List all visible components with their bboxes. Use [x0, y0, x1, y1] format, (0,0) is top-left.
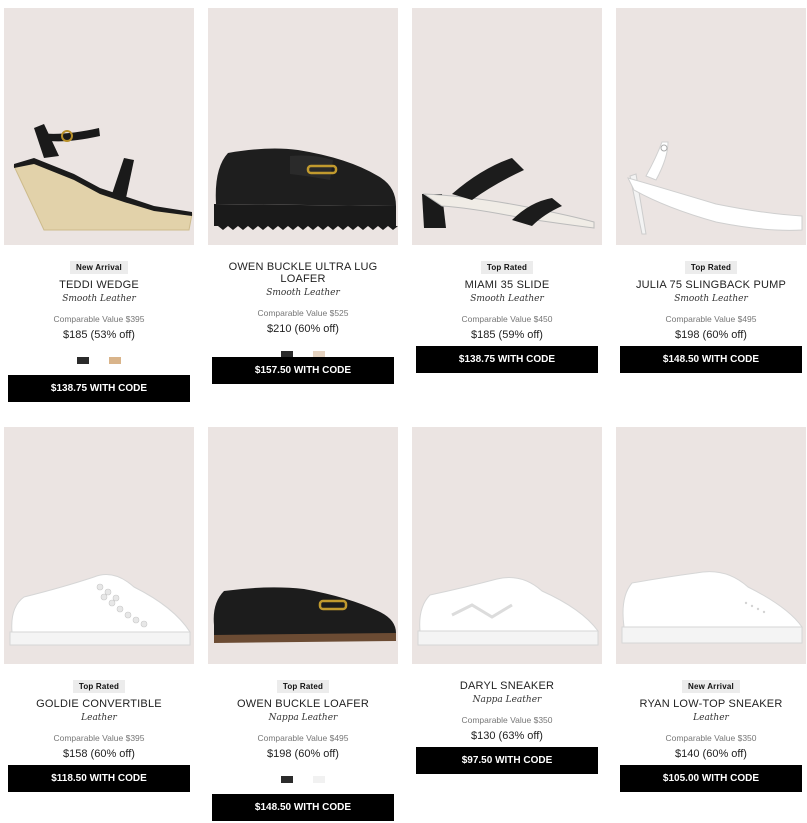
product-card[interactable]: OWEN BUCKLE ULTRA LUG LOAFER Smooth Leat…	[208, 8, 398, 384]
wedge-sandal-image	[13, 124, 193, 231]
product-card[interactable]: New Arrival TEDDI WEDGE Smooth Leather C…	[4, 8, 194, 402]
product-material: Nappa Leather	[472, 695, 542, 705]
product-name[interactable]: GOLDIE CONVERTIBLE	[4, 698, 194, 710]
product-material: Nappa Leather	[268, 713, 338, 723]
product-material: Smooth Leather	[674, 294, 748, 304]
comparable-value: Comparable Value $350	[461, 715, 553, 725]
product-price: $185 (59% off)	[471, 329, 543, 341]
pearl-sneaker-image	[9, 574, 191, 646]
buckle-loafer-image	[213, 587, 396, 643]
product-card[interactable]: Top Rated GOLDIE CONVERTIBLE Leather Com…	[4, 427, 194, 792]
product-name[interactable]: DARYL SNEAKER	[412, 680, 602, 692]
promo-code-button[interactable]: $148.50 WITH CODE	[212, 794, 394, 821]
lug-loafer-image	[214, 148, 398, 230]
product-card[interactable]: Top Rated OWEN BUCKLE LOAFER Nappa Leath…	[208, 427, 398, 821]
product-price: $158 (60% off)	[63, 748, 135, 760]
product-price: $198 (60% off)	[267, 748, 339, 760]
product-price: $140 (60% off)	[675, 748, 747, 760]
product-image[interactable]	[208, 8, 398, 245]
comparable-value: Comparable Value $395	[53, 733, 145, 743]
product-image[interactable]	[616, 8, 806, 245]
badge: Top Rated	[684, 261, 738, 274]
promo-code-button[interactable]: $138.75 WITH CODE	[416, 346, 598, 373]
promo-code-button[interactable]: $105.00 WITH CODE	[620, 765, 802, 792]
product-material: Leather	[693, 713, 729, 723]
product-material: Leather	[81, 713, 117, 723]
product-name[interactable]: JULIA 75 SLINGBACK PUMP	[616, 279, 806, 291]
product-material: Smooth Leather	[266, 288, 340, 298]
comparable-value: Comparable Value $495	[665, 314, 757, 324]
comparable-value: Comparable Value $495	[257, 733, 349, 743]
comparable-value: Comparable Value $395	[53, 314, 145, 324]
product-card[interactable]: Top Rated JULIA 75 SLINGBACK PUMP Smooth…	[616, 8, 806, 373]
product-price: $185 (53% off)	[63, 329, 135, 341]
badge: New Arrival	[70, 261, 128, 274]
comparable-value: Comparable Value $525	[257, 308, 349, 318]
color-swatch-black[interactable]	[76, 357, 89, 365]
white-sneaker-image	[417, 577, 599, 646]
badge: Top Rated	[480, 261, 534, 274]
product-image[interactable]	[208, 427, 398, 664]
product-price: $198 (60% off)	[675, 329, 747, 341]
product-card[interactable]: Top Rated MIAMI 35 SLIDE Smooth Leather …	[412, 8, 602, 373]
color-swatches	[208, 346, 398, 359]
color-swatch-black[interactable]	[280, 776, 293, 784]
comparable-value: Comparable Value $350	[665, 733, 757, 743]
badge: Top Rated	[276, 680, 330, 693]
product-card[interactable]: New Arrival RYAN LOW-TOP SNEAKER Leather…	[616, 427, 806, 792]
color-swatch-white[interactable]	[313, 776, 326, 784]
product-material: Smooth Leather	[62, 294, 136, 304]
color-swatches	[208, 771, 398, 784]
product-name[interactable]: OWEN BUCKLE ULTRA LUG LOAFER	[208, 261, 398, 285]
product-image[interactable]	[4, 427, 194, 664]
promo-code-button[interactable]: $138.75 WITH CODE	[8, 375, 190, 402]
product-image[interactable]	[412, 427, 602, 664]
low-top-sneaker-image	[621, 571, 803, 644]
comparable-value: Comparable Value $450	[461, 314, 553, 324]
product-name[interactable]: OWEN BUCKLE LOAFER	[208, 698, 398, 710]
color-swatch-tan[interactable]	[109, 357, 122, 365]
product-material: Smooth Leather	[470, 294, 544, 304]
promo-code-button[interactable]: $157.50 WITH CODE	[212, 357, 394, 384]
promo-code-button[interactable]: $97.50 WITH CODE	[416, 747, 598, 774]
product-image[interactable]	[616, 427, 806, 664]
product-name[interactable]: MIAMI 35 SLIDE	[412, 279, 602, 291]
product-image[interactable]	[412, 8, 602, 245]
product-image[interactable]	[4, 8, 194, 245]
product-name[interactable]: TEDDI WEDGE	[4, 279, 194, 291]
product-name[interactable]: RYAN LOW-TOP SNEAKER	[616, 698, 806, 710]
color-swatches	[4, 352, 194, 365]
slingback-pump-image	[627, 141, 803, 235]
promo-code-button[interactable]: $118.50 WITH CODE	[8, 765, 190, 792]
badge: New Arrival	[682, 680, 740, 693]
badge: Top Rated	[72, 680, 126, 693]
product-card[interactable]: DARYL SNEAKER Nappa Leather Comparable V…	[412, 427, 602, 774]
promo-code-button[interactable]: $148.50 WITH CODE	[620, 346, 802, 373]
slide-sandal-image	[422, 158, 595, 229]
product-price: $130 (63% off)	[471, 730, 543, 742]
product-price: $210 (60% off)	[267, 323, 339, 335]
